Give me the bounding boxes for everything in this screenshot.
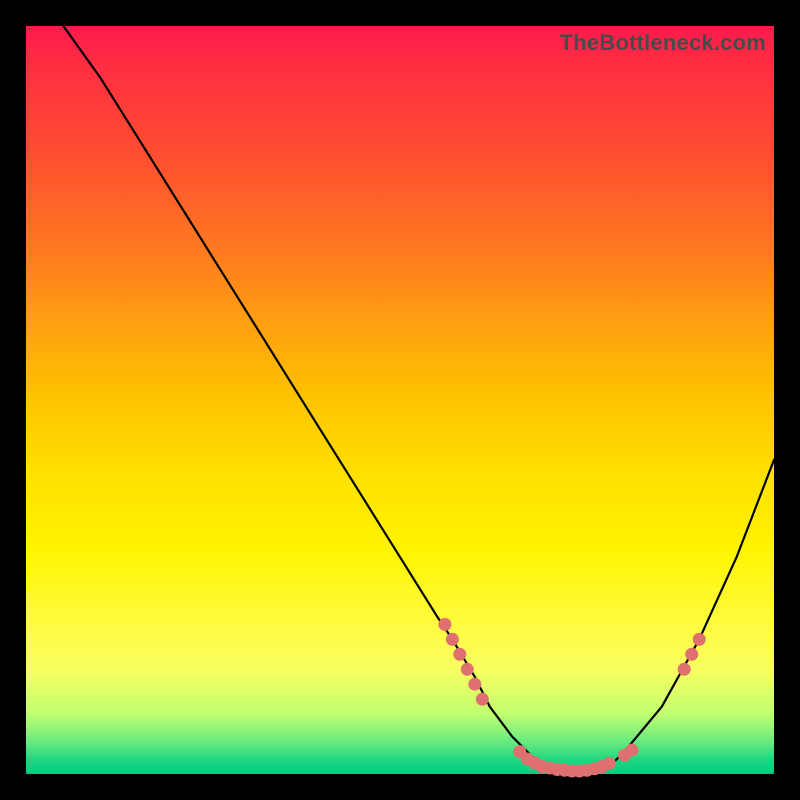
data-marker <box>468 678 481 691</box>
chart-frame: TheBottleneck.com <box>0 0 800 800</box>
data-marker <box>461 663 474 676</box>
bottleneck-curve <box>63 26 774 774</box>
chart-svg <box>26 26 774 774</box>
plot-area: TheBottleneck.com <box>26 26 774 774</box>
data-marker <box>453 648 466 661</box>
data-marker <box>678 663 691 676</box>
data-marker <box>693 633 706 646</box>
data-marker <box>685 648 698 661</box>
data-marker <box>476 693 489 706</box>
data-marker <box>603 757 616 770</box>
data-marker <box>625 744 638 757</box>
data-marker <box>446 633 459 646</box>
data-marker <box>438 618 451 631</box>
